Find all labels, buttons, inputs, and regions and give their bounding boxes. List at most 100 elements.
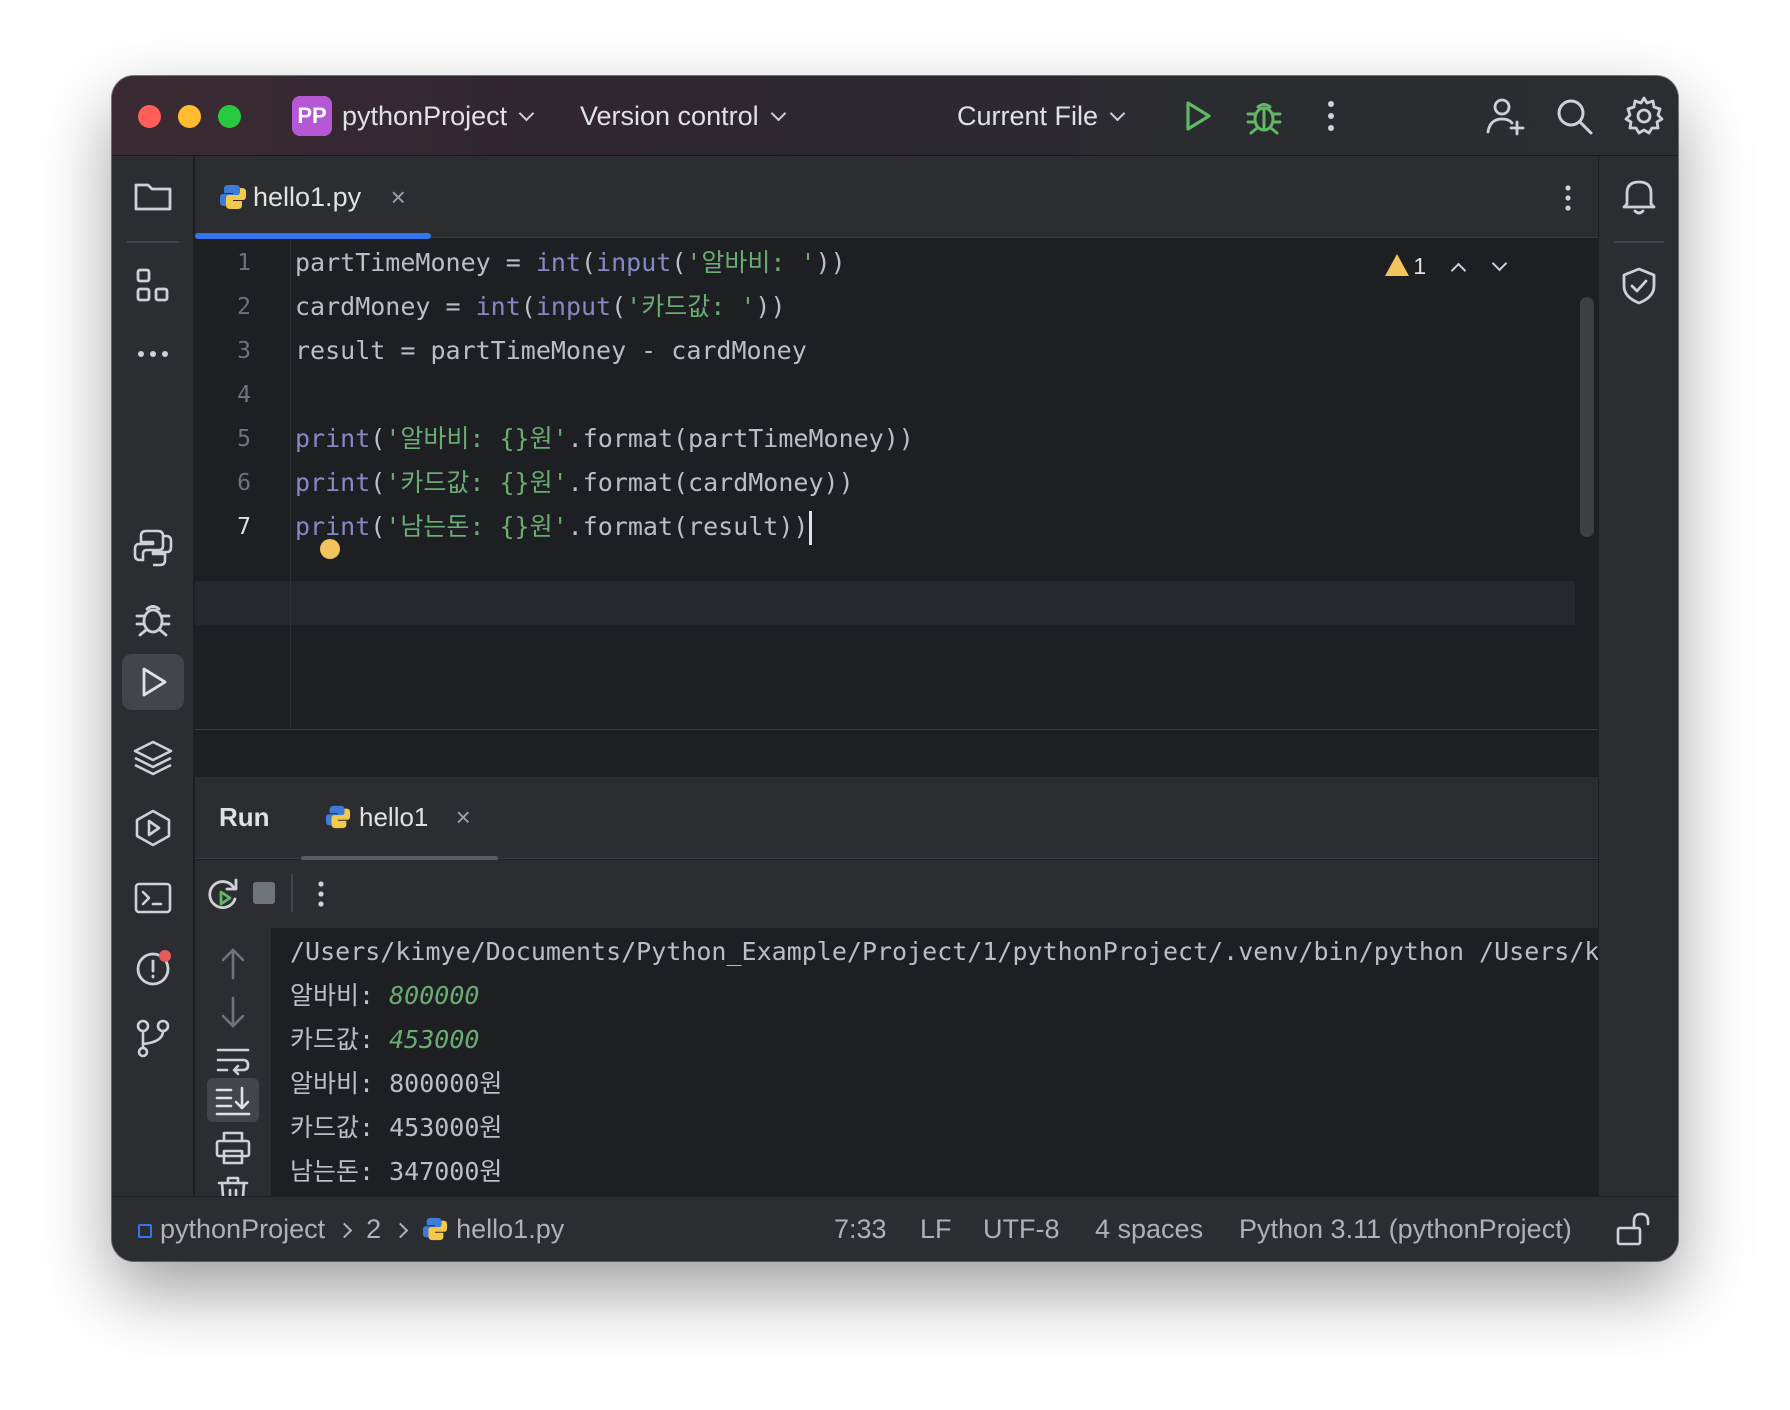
code-line[interactable]: result = partTimeMoney - cardMoney (295, 329, 807, 373)
python-icon (133, 529, 173, 567)
run-icon (142, 667, 167, 697)
run-tab-hello1[interactable]: hello1 × (325, 799, 471, 835)
git-branch-icon (136, 1019, 170, 1058)
code-token: partTimeMoney = (295, 248, 536, 277)
layers-tool-button[interactable] (131, 736, 175, 780)
line-number[interactable]: 2 (195, 285, 251, 329)
previous-highlight-icon[interactable] (1450, 262, 1466, 279)
caret-position[interactable]: 7:33 (834, 1197, 887, 1261)
scroll-down-button[interactable] (211, 990, 255, 1034)
search-icon (1557, 99, 1593, 135)
code-token: result = partTimeMoney - cardMoney (295, 336, 807, 365)
terminal-tool-button[interactable] (131, 876, 175, 920)
code-line[interactable]: print('남는돈: {}원'.format(result)) (295, 505, 813, 549)
python-console-button[interactable] (131, 526, 175, 570)
rerun-button[interactable] (200, 872, 244, 916)
run-panel-title: Run (219, 802, 270, 832)
breadcrumb-project[interactable]: pythonProject (160, 1214, 325, 1244)
editor-tab-hello1[interactable]: hello1.py × (219, 176, 406, 218)
code-line[interactable]: partTimeMoney = int(input('알바비: ')) (295, 241, 846, 285)
project-selector[interactable]: pythonProject (342, 98, 535, 134)
editor-tab-label: hello1.py (253, 182, 362, 212)
run-config-selector[interactable]: Current File (957, 98, 1126, 134)
minimize-window-button[interactable] (178, 105, 201, 128)
code-token: )) (755, 292, 786, 321)
run-console[interactable]: /Users/kimye/Documents/Python_Example/Pr… (195, 928, 1598, 1196)
run-button[interactable] (1175, 94, 1219, 138)
trash-icon (217, 1176, 249, 1196)
interpreter-selector[interactable]: Python 3.11 (pythonProject) (1239, 1197, 1572, 1261)
close-window-button[interactable] (138, 105, 161, 128)
folder-icon (134, 183, 172, 211)
editor-tab-options-button[interactable] (1546, 176, 1590, 220)
terminal-icon (134, 882, 172, 914)
line-number[interactable]: 6 (195, 461, 251, 505)
code-keyword: print (295, 512, 371, 541)
tool-divider (1614, 241, 1664, 243)
code-line[interactable]: cardMoney = int(input('카드값: ')) (295, 285, 786, 329)
line-number[interactable]: 5 (195, 417, 251, 461)
line-number-gutter: 1234567 (195, 239, 291, 729)
next-highlight-icon[interactable] (1491, 255, 1508, 272)
indent-setting[interactable]: 4 spaces (1095, 1197, 1203, 1261)
code-keyword: input (596, 248, 672, 277)
intention-bulb-icon[interactable] (320, 539, 340, 559)
code-token: .format(partTimeMoney)) (567, 424, 914, 453)
code-string: '남는돈: {}원' (385, 512, 568, 541)
run-options-button[interactable] (299, 872, 343, 916)
vcs-selector[interactable]: Version control (580, 98, 786, 134)
zoom-window-button[interactable] (218, 105, 241, 128)
rerun-icon (208, 878, 238, 909)
code-string: '알바비: ' (686, 248, 816, 277)
code-line[interactable]: print('알바비: {}원'.format(partTimeMoney)) (295, 417, 914, 461)
add-user-button[interactable] (1483, 94, 1527, 138)
line-number[interactable]: 1 (195, 241, 251, 285)
clear-all-button[interactable] (211, 1172, 255, 1196)
code-token: cardMoney = (295, 292, 476, 321)
more-tools-button[interactable] (131, 332, 175, 376)
more-vertical-icon (1565, 185, 1571, 211)
scroll-up-button[interactable] (211, 942, 255, 986)
git-tool-button[interactable] (131, 1016, 175, 1060)
services-tool-button[interactable] (131, 806, 175, 850)
breadcrumb: pythonProject 2 hello1.py (138, 1197, 564, 1261)
arrow-down-icon (221, 996, 245, 1028)
close-run-tab-icon[interactable]: × (456, 799, 471, 835)
scroll-to-end-button[interactable] (211, 1078, 255, 1122)
line-number[interactable]: 4 (195, 373, 251, 417)
warning-icon (1385, 254, 1410, 276)
code-line[interactable]: print('카드값: {}원'.format(cardMoney)) (295, 461, 854, 505)
notifications-button[interactable] (1617, 174, 1661, 218)
soft-wrap-button[interactable] (211, 1038, 255, 1082)
breadcrumb-file[interactable]: hello1.py (456, 1214, 564, 1244)
print-button[interactable] (211, 1126, 255, 1170)
line-number[interactable]: 7 (195, 505, 251, 549)
chevron-down-icon (518, 105, 535, 122)
more-actions-button[interactable] (1309, 94, 1353, 138)
python-file-icon (422, 1201, 448, 1241)
structure-tool-button[interactable] (131, 264, 175, 308)
file-encoding[interactable]: UTF-8 (983, 1197, 1060, 1261)
settings-button[interactable] (1622, 94, 1666, 138)
right-tool-strip (1598, 156, 1678, 1196)
console-line: 알바비: 800000 (290, 974, 479, 1018)
code-editor[interactable]: 1234567 partTimeMoney = int(input('알바비: … (195, 239, 1598, 729)
inspection-widget[interactable]: 1 (1385, 251, 1508, 281)
close-tab-icon[interactable]: × (391, 176, 406, 218)
project-tool-button[interactable] (131, 174, 175, 218)
security-tool-button[interactable] (1617, 264, 1661, 308)
editor-scrollbar[interactable] (1580, 297, 1594, 537)
arrow-up-icon (221, 948, 245, 980)
debug-button[interactable] (1242, 94, 1286, 138)
ide-window: PP pythonProject Version control Current… (112, 76, 1678, 1261)
line-number[interactable]: 3 (195, 329, 251, 373)
readonly-toggle-button[interactable] (1612, 1208, 1656, 1252)
line-ending[interactable]: LF (920, 1197, 952, 1261)
run-tool-button[interactable] (131, 660, 175, 704)
search-button[interactable] (1552, 94, 1596, 138)
breadcrumb-folder[interactable]: 2 (366, 1214, 381, 1244)
console-text: 알바비: 800000원 (290, 1069, 503, 1098)
stop-button[interactable] (253, 882, 275, 904)
problems-tool-button[interactable] (131, 946, 175, 990)
debug-tool-button[interactable] (131, 596, 175, 640)
